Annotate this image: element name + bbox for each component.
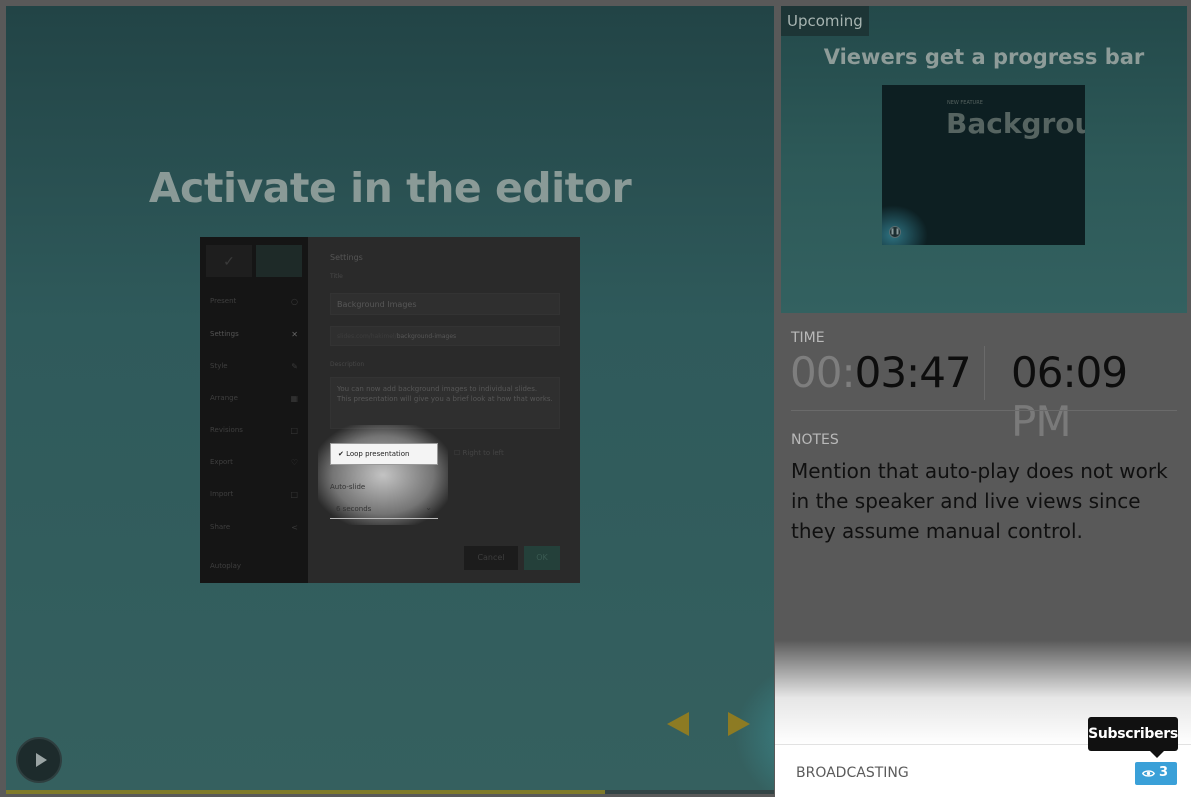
play-icon: [36, 753, 47, 767]
upcoming-slide-screenshot: NEW FEATURE Backgrounds ❚❚: [882, 85, 1085, 245]
broadcasting-status: BROADCASTING: [796, 765, 909, 781]
right-to-left-option: ☐ Right to left: [454, 449, 504, 457]
editor-sidebar-item: Arrange ▦: [210, 394, 298, 403]
editor-sidebar-item: Share <: [210, 523, 298, 532]
share-icon: <: [291, 523, 298, 532]
editor-cancel-button: Cancel: [464, 546, 518, 570]
editor-title-label: Title: [330, 273, 343, 280]
chevron-down-icon: ⌄: [425, 503, 432, 512]
square-icon: □: [290, 426, 298, 435]
loop-presentation-checkbox: ✔ Loop presentation: [330, 443, 438, 465]
autoplay-play-button[interactable]: [16, 737, 62, 783]
editor-sidebar-item: Autoplay: [210, 562, 242, 570]
previous-slide-arrow-icon[interactable]: [667, 712, 689, 736]
notes-label: NOTES: [791, 432, 839, 448]
editor-sidebar: ✓ Present ○ Settings ✕ Style ✎ Arrange ▦ Rev…: [200, 237, 308, 583]
progress-bar-fill: [6, 790, 606, 794]
footer-bar: BROADCASTING 3: [775, 744, 1191, 797]
time-divider: [984, 346, 985, 400]
time-label: TIME: [791, 330, 825, 346]
editor-sidebar-item: Present ○: [210, 297, 298, 306]
heart-icon: ♡: [290, 458, 298, 467]
preview-title: Backgrounds: [946, 107, 1085, 140]
eye-icon: [1142, 770, 1155, 777]
editor-settings-heading: Settings: [330, 253, 363, 262]
upcoming-slide-preview[interactable]: Upcoming Viewers get a progress bar NEW …: [781, 6, 1187, 313]
editor-top-button: [256, 245, 302, 277]
pause-icon: ❚❚: [889, 226, 901, 238]
subscriber-count: 3: [1159, 765, 1169, 780]
editor-sidebar-item: Export ♡: [210, 458, 298, 467]
current-slide: Activate in the editor ✓ Present ○ Settin…: [6, 6, 774, 794]
circle-icon: ○: [291, 297, 298, 306]
close-icon: ✕: [291, 330, 298, 339]
square-icon: □: [290, 490, 298, 499]
editor-settings-panel: Settings Title Background Images slides.…: [308, 237, 580, 583]
grid-icon: ▦: [290, 394, 298, 403]
editor-ok-button: OK: [524, 546, 560, 570]
check-icon: ✓: [206, 245, 252, 277]
editor-description-field: You can now add background images to ind…: [330, 377, 560, 429]
pencil-icon: ✎: [291, 362, 298, 371]
upcoming-badge: Upcoming: [781, 6, 869, 36]
preview-glow: [882, 205, 928, 245]
editor-title-field: Background Images: [330, 293, 560, 315]
section-divider: [791, 410, 1177, 411]
upcoming-slide-title: Viewers get a progress bar: [823, 45, 1145, 69]
subscribers-button[interactable]: 3: [1135, 762, 1177, 785]
subscribers-tooltip: Subscribers: [1088, 717, 1178, 751]
editor-screenshot: ✓ Present ○ Settings ✕ Style ✎ Arrange ▦ Rev…: [200, 237, 580, 583]
wall-clock: 06:09 PM: [1011, 348, 1128, 446]
editor-sidebar-item: Settings ✕: [210, 330, 298, 339]
tooltip-arrow: [1150, 751, 1164, 758]
editor-sidebar-item: Style ✎: [210, 362, 298, 371]
presentation-progress-bar: [6, 790, 774, 794]
preview-kicker: NEW FEATURE: [947, 100, 983, 106]
auto-slide-label: Auto-slide: [330, 483, 366, 491]
elapsed-timer[interactable]: 00:03:47: [790, 348, 972, 397]
editor-sidebar-item: Revisions □: [210, 426, 298, 435]
editor-sidebar-item: Import □: [210, 490, 298, 499]
editor-description-label: Description: [330, 361, 365, 368]
next-slide-arrow-icon[interactable]: [728, 712, 750, 736]
slide-title: Activate in the editor: [148, 164, 632, 212]
speaker-notes: Mention that auto-play does not work in …: [791, 459, 1168, 543]
auto-slide-select: 6 seconds ⌄: [330, 499, 438, 519]
editor-url-field: slides.com/hakimel/background-images: [330, 326, 560, 346]
